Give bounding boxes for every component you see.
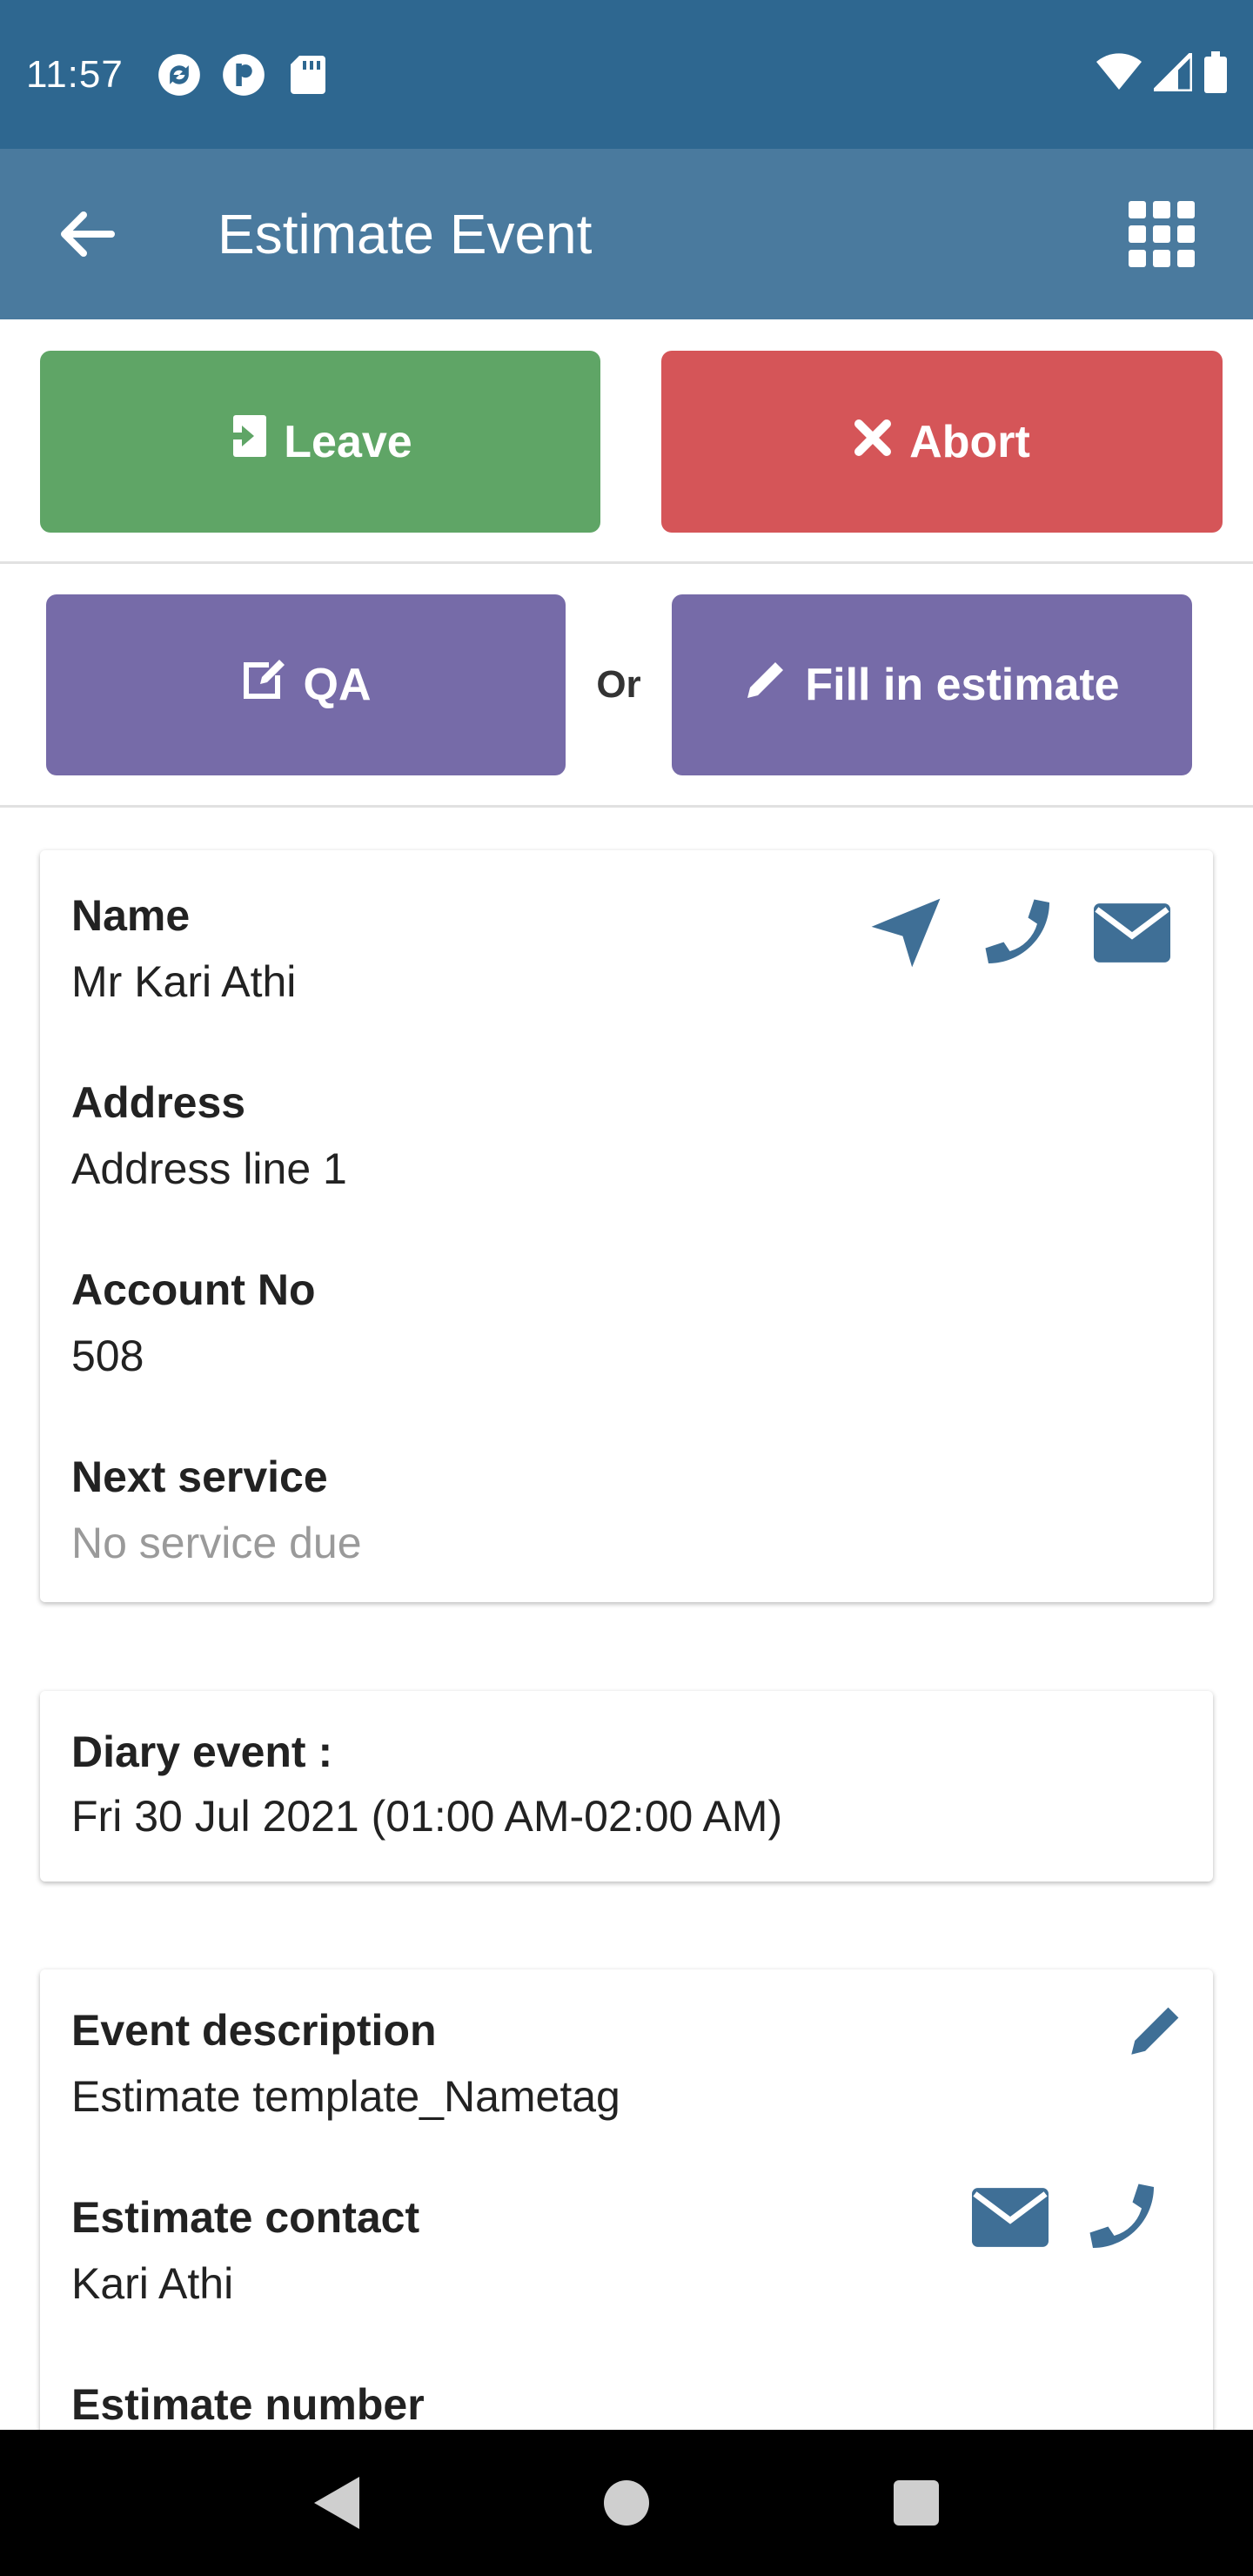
estimate-contact-field: Estimate contact Kari Athi [71, 2191, 419, 2310]
edit-icon[interactable] [1121, 1996, 1190, 2065]
pencil-icon [744, 658, 787, 713]
system-nav-bar [0, 2430, 1253, 2576]
or-label: Or [596, 663, 641, 706]
estimate-number-field: Estimate number [71, 2378, 425, 2431]
diary-card: Diary event : Fri 30 Jul 2021 (01:00 AM-… [40, 1691, 1213, 1882]
abort-label: Abort [909, 416, 1030, 467]
arrow-left-icon[interactable] [52, 199, 122, 269]
diary-value: Fri 30 Jul 2021 (01:00 AM-02:00 AM) [71, 1792, 783, 1841]
sd-card-icon [285, 52, 331, 97]
status-time: 11:57 [26, 52, 124, 96]
phone-icon[interactable] [980, 894, 1058, 972]
phone-icon[interactable] [1084, 2178, 1163, 2257]
name-label: Name [71, 891, 191, 940]
event-description-field: Event description Estimate template_Name… [71, 2004, 620, 2123]
qa-label: QA [303, 660, 372, 710]
status-icons-left [157, 52, 331, 97]
event-description-value: Estimate template_Nametag [71, 2072, 620, 2121]
diary-field: Diary event : Fri 30 Jul 2021 (01:00 AM-… [71, 1726, 782, 1842]
battery-icon [1204, 51, 1227, 97]
estimate-contact-label: Estimate contact [71, 2193, 420, 2242]
signal-icon [1148, 47, 1195, 96]
customer-card: Name Mr Kari Athi Address Address line 1… [40, 850, 1213, 1602]
address-value: Address line 1 [71, 1144, 347, 1193]
mail-icon[interactable] [1093, 894, 1171, 972]
contact-actions [867, 894, 1171, 972]
divider [0, 561, 1253, 564]
sign-in-icon [228, 415, 267, 468]
address-field: Address Address line 1 [71, 1077, 347, 1195]
fill-in-estimate-label: Fill in estimate [805, 660, 1120, 710]
mail-icon[interactable] [971, 2178, 1049, 2257]
address-label: Address [71, 1078, 246, 1127]
estimate-contact-value: Kari Athi [71, 2259, 234, 2308]
name-value: Mr Kari Athi [71, 957, 297, 1006]
home-nav-icon[interactable] [592, 2468, 661, 2538]
screen: 11:57 Estimate Event Leave Abort QA Or F… [0, 0, 1253, 2576]
next-service-field: Next service No service due [71, 1451, 362, 1569]
divider [0, 805, 1253, 808]
sync-icon [157, 52, 202, 97]
qa-button[interactable]: QA [46, 594, 566, 775]
leave-label: Leave [284, 416, 412, 467]
navigate-icon[interactable] [867, 894, 945, 972]
grid-icon[interactable] [1122, 195, 1201, 273]
wifi-icon [1096, 53, 1142, 96]
recents-nav-icon[interactable] [881, 2468, 951, 2538]
back-nav-icon[interactable] [302, 2468, 372, 2538]
abort-button[interactable]: Abort [661, 351, 1223, 533]
app-bar: Estimate Event [0, 149, 1253, 319]
name-field: Name Mr Kari Athi [71, 889, 296, 1008]
leave-button[interactable]: Leave [40, 351, 600, 533]
status-icons-right [1096, 47, 1227, 97]
next-service-value: No service due [71, 1519, 362, 1567]
account-field: Account No 508 [71, 1264, 316, 1382]
close-icon [854, 416, 892, 468]
estimate-contact-actions [971, 2178, 1163, 2257]
next-service-label: Next service [71, 1452, 328, 1501]
page-title: Estimate Event [218, 203, 593, 265]
edit-square-icon [241, 658, 286, 713]
account-value: 508 [71, 1332, 144, 1380]
diary-label: Diary event : [71, 1727, 333, 1776]
fill-in-estimate-button[interactable]: Fill in estimate [672, 594, 1192, 775]
account-label: Account No [71, 1265, 316, 1314]
event-description-label: Event description [71, 2006, 437, 2055]
status-bar: 11:57 [0, 0, 1253, 149]
app-p-icon [221, 52, 266, 97]
estimate-number-label: Estimate number [71, 2380, 425, 2429]
